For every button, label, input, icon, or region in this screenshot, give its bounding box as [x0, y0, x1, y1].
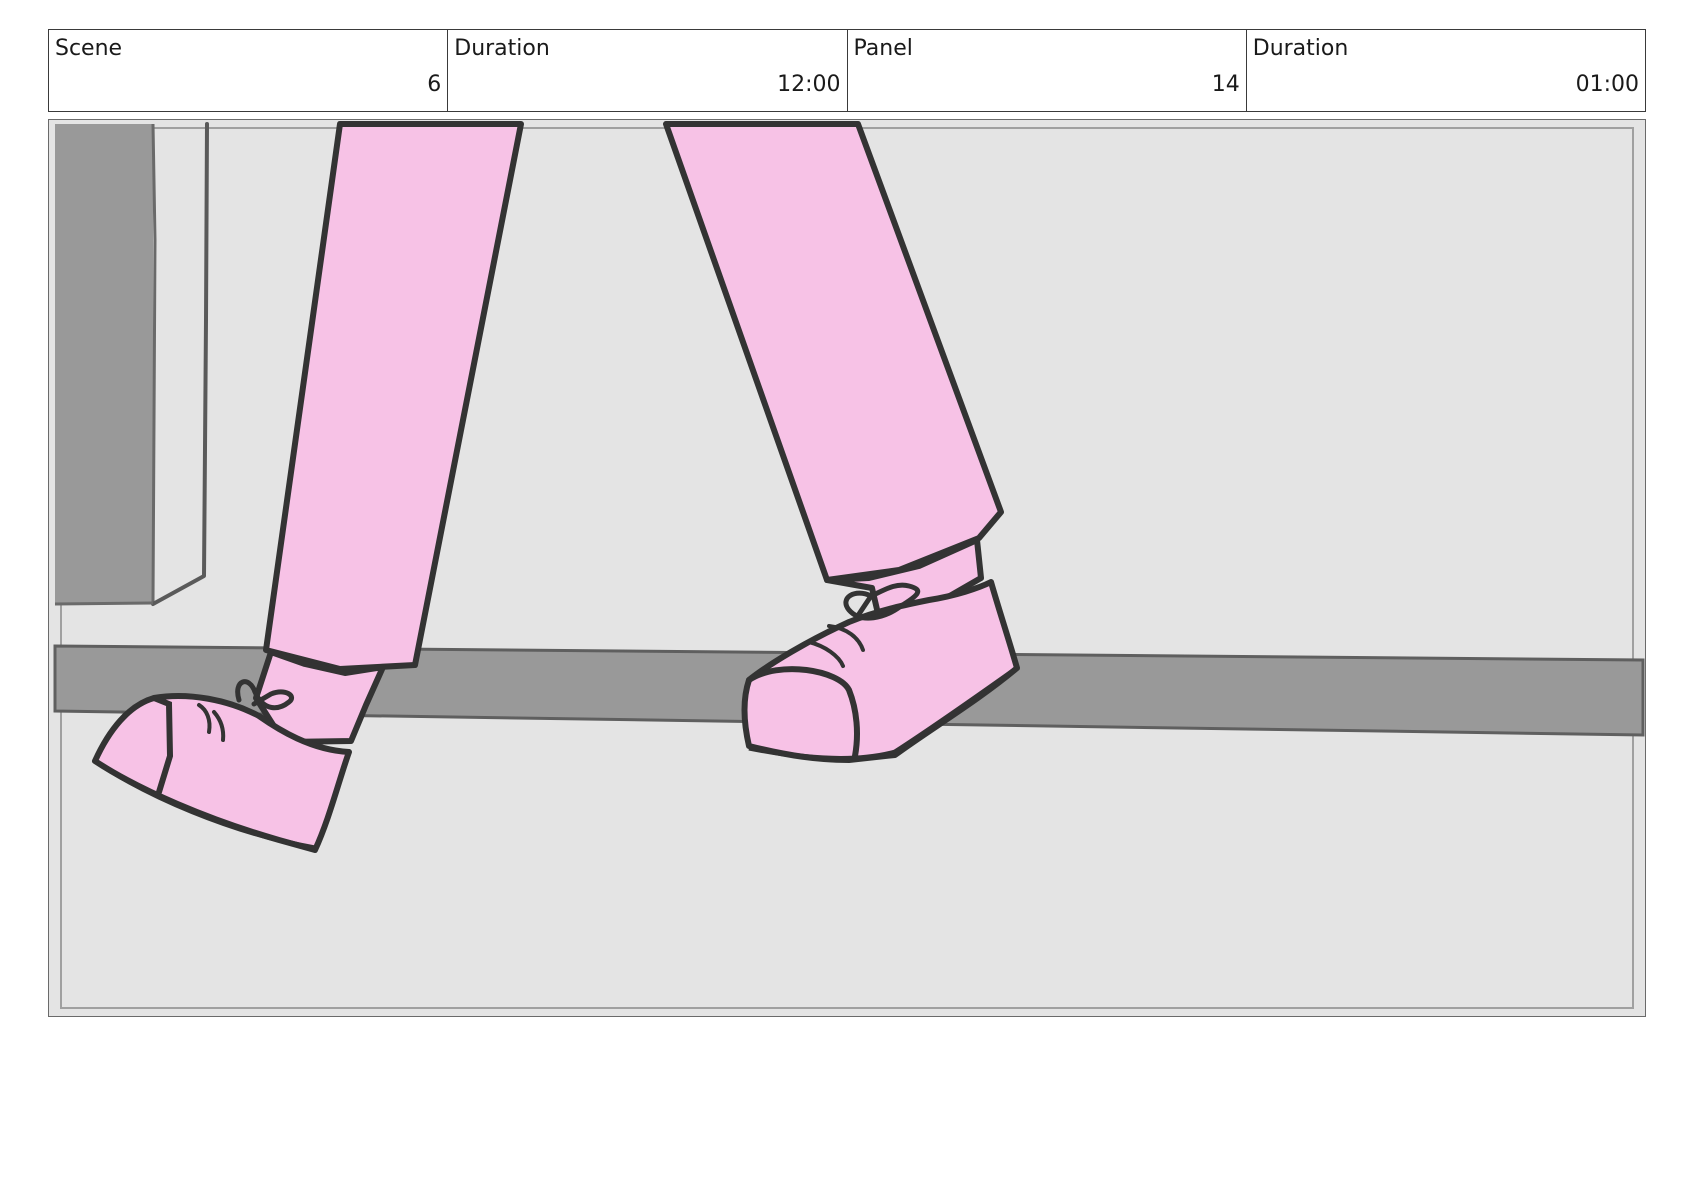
scene-duration-cell: Duration 12:00 [448, 30, 848, 111]
door-edge-line [151, 123, 157, 603]
scene-number: 6 [427, 72, 442, 97]
panel-drawing [49, 120, 1645, 1016]
door-jamb [55, 124, 153, 604]
panel-duration-cell: Duration 01:00 [1247, 30, 1645, 111]
scene-cell: Scene 6 [49, 30, 449, 111]
storyboard-panel [48, 119, 1646, 1017]
scene-duration-value: 12:00 [777, 72, 841, 97]
door-bottom-line [54, 601, 154, 606]
scene-duration-label: Duration [454, 36, 550, 61]
panel-cell: Panel 14 [848, 30, 1247, 111]
panel-label: Panel [853, 36, 913, 61]
panel-number: 14 [1211, 72, 1240, 97]
panel-duration-value: 01:00 [1575, 72, 1639, 97]
panel-duration-label: Duration [1252, 36, 1349, 61]
scene-label: Scene [55, 36, 123, 61]
storyboard-header: Scene 6 Duration 12:00 Panel 14 Duration… [48, 29, 1646, 112]
